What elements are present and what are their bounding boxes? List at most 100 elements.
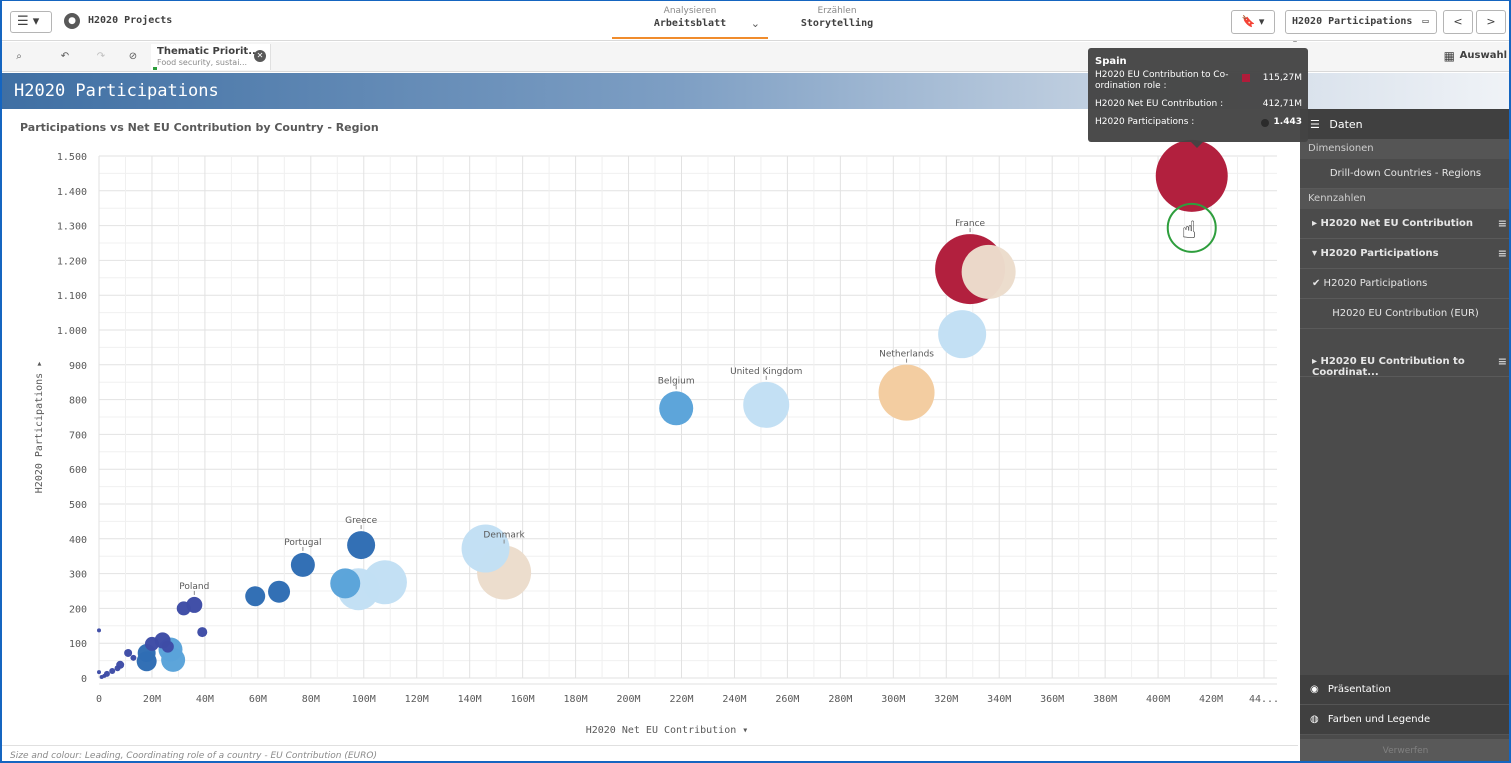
data-label: United Kingdom xyxy=(730,367,802,377)
measure-option-eu-contribution[interactable]: H2020 EU Contribution (EUR) xyxy=(1300,299,1509,329)
data-bubble[interactable] xyxy=(144,636,159,651)
presentation-section[interactable]: ◉ Präsentation xyxy=(1300,675,1509,705)
data-bubble[interactable] xyxy=(176,601,191,616)
chart-footnote: Size and colour: Leading, Coordinating r… xyxy=(10,751,377,761)
panel-header[interactable]: ☰ Daten xyxy=(1300,109,1509,139)
x-tick-label: 400M xyxy=(1146,694,1170,705)
next-sheet-button[interactable]: > xyxy=(1476,10,1506,34)
x-tick-label: 340M xyxy=(987,694,1011,705)
data-bubble[interactable] xyxy=(347,531,376,560)
y-tick-label: 600 xyxy=(69,465,87,476)
data-bubble[interactable] xyxy=(961,244,1016,299)
data-bubble[interactable] xyxy=(290,552,315,577)
bookmark-button[interactable]: 🔖 ▾ xyxy=(1231,10,1275,34)
data-bubble[interactable] xyxy=(97,628,101,633)
x-tick-label: 220M xyxy=(669,694,693,705)
data-bubble[interactable] xyxy=(878,364,935,421)
data-panel: ☰ Daten Dimensionen Drill-down Countries… xyxy=(1300,109,1509,761)
clear-selections-icon[interactable]: ⊘ xyxy=(126,50,140,64)
colors-legend-section[interactable]: ◍ Farben und Legende xyxy=(1300,705,1509,735)
measure-participations[interactable]: ▾ H2020 Participations ≡ xyxy=(1300,239,1509,269)
tab-storytelling[interactable]: Erzählen Storytelling xyxy=(782,5,892,39)
selection-indicator xyxy=(153,67,157,70)
sheet-title: H2020 Participations xyxy=(14,81,219,101)
data-bubble[interactable] xyxy=(330,568,361,599)
data-bubble[interactable] xyxy=(1155,139,1228,212)
y-tick-label: 1.500 xyxy=(57,152,87,163)
data-bubble[interactable] xyxy=(124,648,133,657)
chevron-down-icon[interactable]: ⌄ xyxy=(751,17,760,30)
data-bubble[interactable] xyxy=(268,580,291,603)
selections-tool-button[interactable]: Auswahl xyxy=(1460,50,1507,61)
data-bubble[interactable] xyxy=(743,381,790,428)
data-bubble[interactable] xyxy=(99,674,104,679)
step-forward-icon[interactable]: ↷ xyxy=(94,50,108,64)
top-toolbar: ☰ ▾ ● H2020 Projects Analysieren Arbeits… xyxy=(2,1,1509,49)
y-tick-label: 900 xyxy=(69,361,87,372)
measure-coordination[interactable]: ▸ H2020 EU Contribution to Coordinat... … xyxy=(1300,347,1509,378)
x-tick-label: 360M xyxy=(1040,694,1064,705)
smart-search-icon[interactable]: ⌕ xyxy=(12,50,26,64)
x-axis-title[interactable]: H2020 Net EU Contribution ▾ xyxy=(586,725,749,736)
measure-option-participations[interactable]: ✔ H2020 Participations xyxy=(1300,269,1509,299)
collapse-icon: ▾ xyxy=(1312,248,1321,259)
drag-handle-icon[interactable]: ≡ xyxy=(1498,247,1507,260)
tab-analyze[interactable]: Analysieren Arbeitsblatt ⌄ xyxy=(612,5,768,39)
data-bubble[interactable] xyxy=(938,310,987,359)
x-tick-label: 280M xyxy=(828,694,852,705)
y-tick-label: 100 xyxy=(69,639,87,650)
step-back-icon[interactable]: ↶ xyxy=(58,50,72,64)
main-menu-button[interactable]: ☰ ▾ xyxy=(10,11,52,33)
data-bubble[interactable] xyxy=(245,586,266,607)
data-bubble[interactable] xyxy=(109,668,116,675)
tooltip-swatch-circle xyxy=(1261,119,1269,127)
y-axis-title[interactable]: H2020 Participations ▸ xyxy=(34,361,45,493)
x-tick-label: 140M xyxy=(458,694,482,705)
discard-button[interactable]: Verwerfen xyxy=(1300,739,1509,761)
x-tick-label: 40M xyxy=(196,694,214,705)
drag-handle-icon[interactable]: ≡ xyxy=(1498,217,1507,230)
y-tick-label: 1.300 xyxy=(57,222,87,233)
eye-icon: ◉ xyxy=(1310,684,1319,695)
data-bubble[interactable] xyxy=(114,665,121,672)
pointer-hand-icon: ☝ xyxy=(1182,216,1197,244)
y-tick-label: 1.100 xyxy=(57,291,87,302)
measure-net-eu-contribution[interactable]: ▸ H2020 Net EU Contribution ≡ xyxy=(1300,209,1509,239)
x-tick-label: 120M xyxy=(405,694,429,705)
database-icon: ☰ xyxy=(1310,118,1320,131)
data-bubble[interactable] xyxy=(97,670,101,675)
tooltip-value-net-eu: 412,71M xyxy=(1262,99,1302,109)
close-icon[interactable]: ✕ xyxy=(254,50,266,62)
presentation-label: Präsentation xyxy=(1327,684,1391,695)
data-bubble[interactable] xyxy=(161,640,174,653)
data-bubble[interactable] xyxy=(130,654,137,661)
sheet-selector-label: H2020 Participations xyxy=(1292,16,1413,27)
selection-chip[interactable]: Thematic Priorit... Food security, susta… xyxy=(151,44,271,70)
scatter-chart-object[interactable]: 0 100 200 300 400 500 600 700 800 900 1.000 1.100 1.… xyxy=(12,113,1297,743)
selections-icon[interactable]: ▦ xyxy=(1444,49,1455,63)
drag-handle-icon[interactable]: ≡ xyxy=(1498,355,1507,368)
tooltip-arrow xyxy=(1191,142,1203,148)
tab-story-sub: Erzählen xyxy=(817,6,857,16)
footer-divider xyxy=(2,745,1298,746)
chart-title: Participations vs Net EU Contribution by… xyxy=(20,121,379,134)
x-tick-label: 200M xyxy=(616,694,640,705)
tooltip-value-coordination: 115,27M xyxy=(1262,73,1302,83)
prev-sheet-button[interactable]: < xyxy=(1443,10,1473,34)
data-label: Poland xyxy=(179,582,209,592)
data-label: Denmark xyxy=(483,531,525,541)
tab-story-main: Storytelling xyxy=(800,18,874,29)
data-bubble[interactable] xyxy=(659,391,694,426)
x-tick-label: 20M xyxy=(143,694,161,705)
data-bubble[interactable] xyxy=(197,627,208,638)
sheet-selector[interactable]: H2020 Participations ▭ ▾ xyxy=(1285,10,1437,49)
tooltip-value-participations: 1.443 xyxy=(1273,117,1302,127)
x-tick-label: 80M xyxy=(302,694,320,705)
colors-legend-label: Farben und Legende xyxy=(1327,714,1431,725)
data-label: Belgium xyxy=(658,376,695,386)
scatter-chart-svg[interactable]: 0 100 200 300 400 500 600 700 800 900 1.000 1.100 1.… xyxy=(12,113,1297,743)
dimension-item[interactable]: Drill-down Countries - Regions xyxy=(1300,159,1509,189)
x-tick-label: 0 xyxy=(96,694,102,705)
data-label: Greece xyxy=(345,516,377,526)
x-tick-label: 44... xyxy=(1249,694,1279,705)
